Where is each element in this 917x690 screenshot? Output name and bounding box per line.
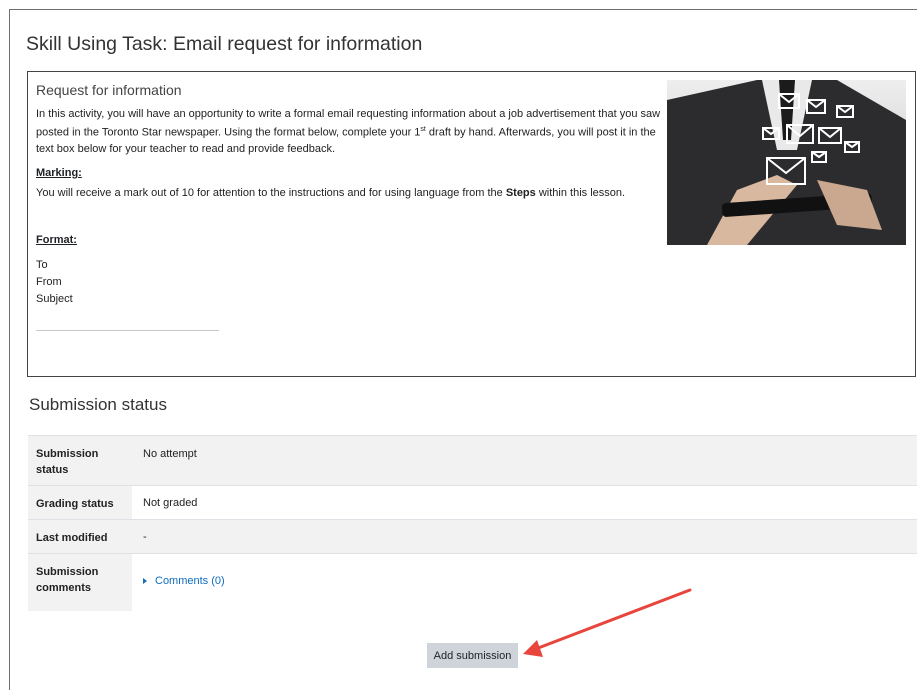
divider (36, 330, 219, 331)
row-label: Grading status (36, 498, 114, 510)
row-value: Comments (0) (143, 575, 225, 587)
marking-pre: You will receive a mark out of 10 for at… (36, 187, 506, 199)
intro-title: Request for information (36, 82, 182, 98)
row-value: No attempt (143, 448, 197, 460)
email-tablet-image (667, 80, 906, 245)
marking-label: Marking: (36, 167, 82, 179)
caret-right-icon (143, 578, 147, 584)
format-item-subject: Subject (36, 293, 73, 305)
row-label: Submission status (36, 448, 99, 476)
comments-link[interactable]: Comments (0) (143, 575, 225, 587)
row-label: Last modified (36, 532, 108, 544)
submission-status-heading: Submission status (29, 395, 167, 414)
page-title: Skill Using Task: Email request for info… (26, 33, 423, 55)
row-value: - (143, 531, 147, 543)
table-row: Submission status No attempt (28, 435, 917, 485)
row-header: Grading status (28, 486, 132, 519)
marking-bold: Steps (505, 187, 536, 199)
format-item-from: From (36, 276, 62, 288)
table-row: Submission comments Comments (0) (28, 553, 917, 611)
add-submission-button[interactable]: Add submission (427, 643, 518, 668)
marking-text: You will receive a mark out of 10 for at… (36, 185, 696, 201)
row-label: Submission comments (36, 566, 99, 594)
row-header: Submission comments (28, 554, 132, 611)
row-header: Last modified (28, 520, 132, 553)
format-label: Format: (36, 234, 77, 246)
email-tablet-image-graphic (667, 80, 906, 245)
intro-box: Request for information In this activity… (27, 71, 916, 377)
row-value: Not graded (143, 497, 198, 509)
format-item-to: To (36, 259, 48, 271)
comments-link-label: Comments (0) (155, 575, 225, 587)
red-arrow-annotation (523, 588, 692, 657)
row-header: Submission status (28, 436, 132, 485)
table-row: Last modified - (28, 519, 917, 553)
table-row: Grading status Not graded (28, 485, 917, 519)
intro-paragraph: In this activity, you will have an oppor… (36, 106, 661, 157)
marking-post: within this lesson. (535, 187, 626, 199)
